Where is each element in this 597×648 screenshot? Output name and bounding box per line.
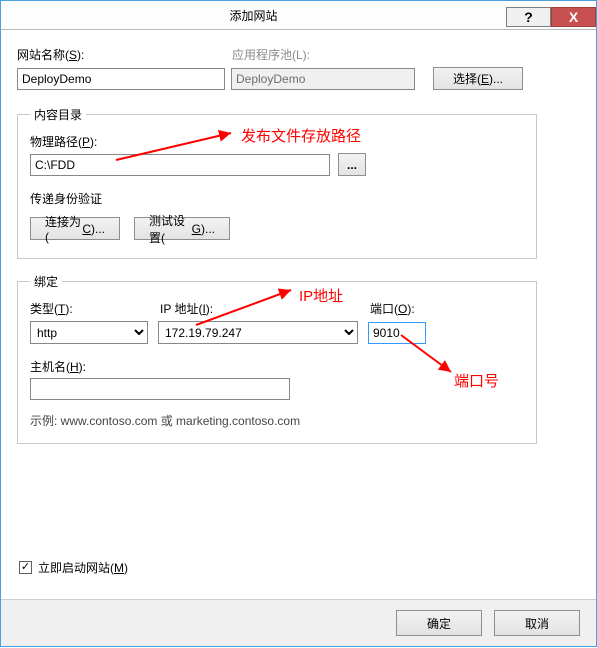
ok-button[interactable]: 确定 — [396, 610, 482, 636]
close-button[interactable]: X — [551, 7, 596, 27]
close-icon: X — [569, 9, 578, 25]
connect-as-button[interactable]: 连接为(C)... — [30, 217, 120, 240]
title-bar: 添加网站 ? X — [0, 0, 597, 30]
checkbox-box: ✓ — [19, 561, 32, 574]
window-title: 添加网站 — [1, 7, 506, 24]
host-name-input[interactable] — [30, 378, 290, 400]
binding-port-label: 端口(O): — [370, 300, 415, 317]
start-website-checkbox[interactable]: ✓ 立即启动网站(M) — [19, 559, 128, 576]
host-name-example: 示例: www.contoso.com 或 marketing.contoso.… — [30, 412, 524, 429]
app-pool-input — [231, 68, 415, 90]
content-dir-group: 内容目录 物理路径(P): ... 传递身份验证 连接为(C)... 测试设置(… — [17, 106, 537, 259]
app-pool-label: 应用程序池(L): — [232, 46, 310, 63]
help-icon: ? — [524, 9, 533, 25]
binding-ip-select[interactable]: 172.19.79.247 — [158, 321, 358, 344]
dialog-footer: 确定 取消 — [1, 599, 596, 646]
content-dir-legend: 内容目录 — [30, 106, 86, 123]
site-name-input[interactable] — [17, 68, 225, 90]
cancel-button[interactable]: 取消 — [494, 610, 580, 636]
binding-group: 绑定 类型(T): IP 地址(I): 端口(O): http 172.19.7… — [17, 273, 537, 444]
browse-path-button[interactable]: ... — [338, 153, 366, 176]
select-app-pool-button[interactable]: 选择(E)... — [433, 67, 523, 90]
dialog-content: 网站名称(S): 应用程序池(L): 选择(E)... 内容目录 物理路径(P)… — [0, 30, 597, 647]
physical-path-input[interactable] — [30, 154, 330, 176]
ellipsis-icon: ... — [347, 158, 357, 172]
site-name-label: 网站名称(S): — [17, 46, 232, 63]
help-button[interactable]: ? — [506, 7, 551, 27]
start-website-label: 立即启动网站(M) — [38, 559, 128, 576]
test-settings-button[interactable]: 测试设置(G)... — [134, 217, 230, 240]
host-name-label: 主机名(H): — [30, 358, 524, 375]
binding-ip-label: IP 地址(I): — [160, 300, 370, 317]
binding-type-label: 类型(T): — [30, 300, 160, 317]
physical-path-label: 物理路径(P): — [30, 133, 524, 150]
binding-legend: 绑定 — [30, 273, 62, 290]
passthrough-auth-label: 传递身份验证 — [30, 190, 524, 207]
binding-type-select[interactable]: http — [30, 321, 148, 344]
binding-port-input[interactable] — [368, 322, 426, 344]
